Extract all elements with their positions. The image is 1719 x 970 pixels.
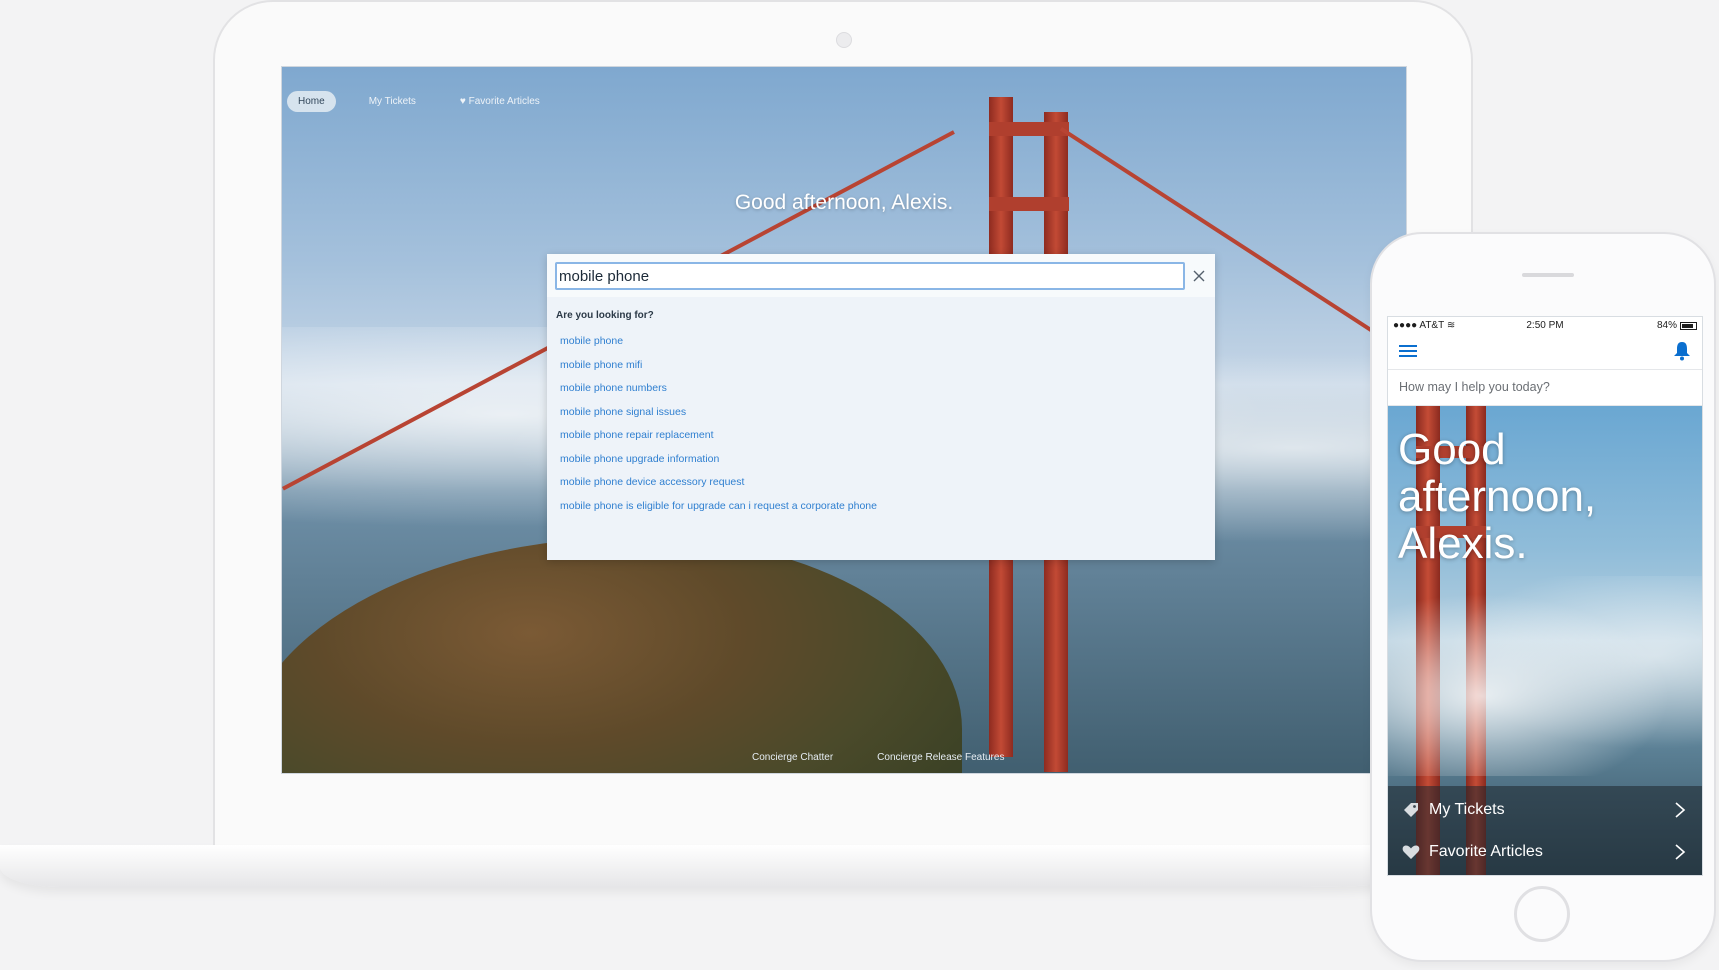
laptop-base <box>0 845 1560 887</box>
phone-screen: ●●●● AT&T ≋ 2:50 PM 84% How may I help y… <box>1387 316 1703 876</box>
phone-speaker <box>1522 273 1574 277</box>
hillside-background <box>282 537 962 773</box>
suggestion-item[interactable]: mobile phone numbers <box>560 381 877 405</box>
footer-links: Concierge Chatter Concierge Release Feat… <box>752 752 1004 763</box>
suggestions-heading: Are you looking for? <box>556 310 654 321</box>
phone-greeting: Good afternoon, Alexis. <box>1398 425 1597 568</box>
phone-search-input[interactable]: How may I help you today? <box>1388 370 1702 406</box>
close-icon[interactable] <box>1191 268 1207 284</box>
status-time: 2:50 PM <box>1526 320 1564 331</box>
phone-quick-links: My Tickets Favorite Articles <box>1388 786 1702 875</box>
hamburger-menu-icon[interactable] <box>1399 343 1417 359</box>
footer-link-chatter[interactable]: Concierge Chatter <box>752 752 833 763</box>
search-input[interactable] <box>555 262 1185 290</box>
tab-favorite-articles-label: Favorite Articles <box>468 96 540 107</box>
battery-icon <box>1680 321 1697 330</box>
footer-link-release-features[interactable]: Concierge Release Features <box>877 752 1004 763</box>
status-bar: ●●●● AT&T ≋ 2:50 PM 84% <box>1388 317 1702 333</box>
top-nav: Home My Tickets ♥ Favorite Articles <box>287 91 573 112</box>
laptop-screen: Home My Tickets ♥ Favorite Articles Good… <box>281 66 1407 774</box>
suggestion-item[interactable]: mobile phone device accessory request <box>560 475 877 499</box>
battery-status: 84% <box>1657 320 1697 331</box>
suggestion-item[interactable]: mobile phone mifi <box>560 358 877 382</box>
suggestion-item[interactable]: mobile phone <box>560 334 877 358</box>
chevron-right-icon <box>1675 844 1686 860</box>
tab-favorite-articles[interactable]: ♥ Favorite Articles <box>449 91 551 112</box>
phone-link-favorite-articles[interactable]: Favorite Articles <box>1388 832 1702 872</box>
heart-icon: ♥ <box>459 96 466 107</box>
page-greeting: Good afternoon, Alexis. <box>734 191 954 214</box>
suggestion-item[interactable]: mobile phone is eligible for upgrade can… <box>560 499 877 523</box>
phone-home-button[interactable] <box>1514 886 1570 942</box>
tab-home[interactable]: Home <box>287 91 336 112</box>
suggestion-item[interactable]: mobile phone repair replacement <box>560 428 877 452</box>
phone-link-label: Favorite Articles <box>1429 843 1543 860</box>
suggestion-item[interactable]: mobile phone signal issues <box>560 405 877 429</box>
phone-link-my-tickets[interactable]: My Tickets <box>1388 790 1702 830</box>
phone-header <box>1388 333 1702 370</box>
search-panel: Are you looking for? mobile phone mobile… <box>547 254 1215 560</box>
camera-icon <box>836 32 852 48</box>
chevron-right-icon <box>1675 802 1686 818</box>
phone-search-placeholder: How may I help you today? <box>1399 380 1550 394</box>
heart-icon <box>1402 845 1420 859</box>
tag-icon <box>1404 803 1418 817</box>
phone-link-label: My Tickets <box>1429 801 1505 818</box>
suggestion-list: mobile phone mobile phone mifi mobile ph… <box>560 334 877 522</box>
bell-icon[interactable] <box>1673 341 1691 361</box>
tab-my-tickets[interactable]: My Tickets <box>358 91 427 112</box>
phone-hero: Good afternoon, Alexis. My Tickets Favor… <box>1388 406 1702 875</box>
suggestion-item[interactable]: mobile phone upgrade information <box>560 452 877 476</box>
